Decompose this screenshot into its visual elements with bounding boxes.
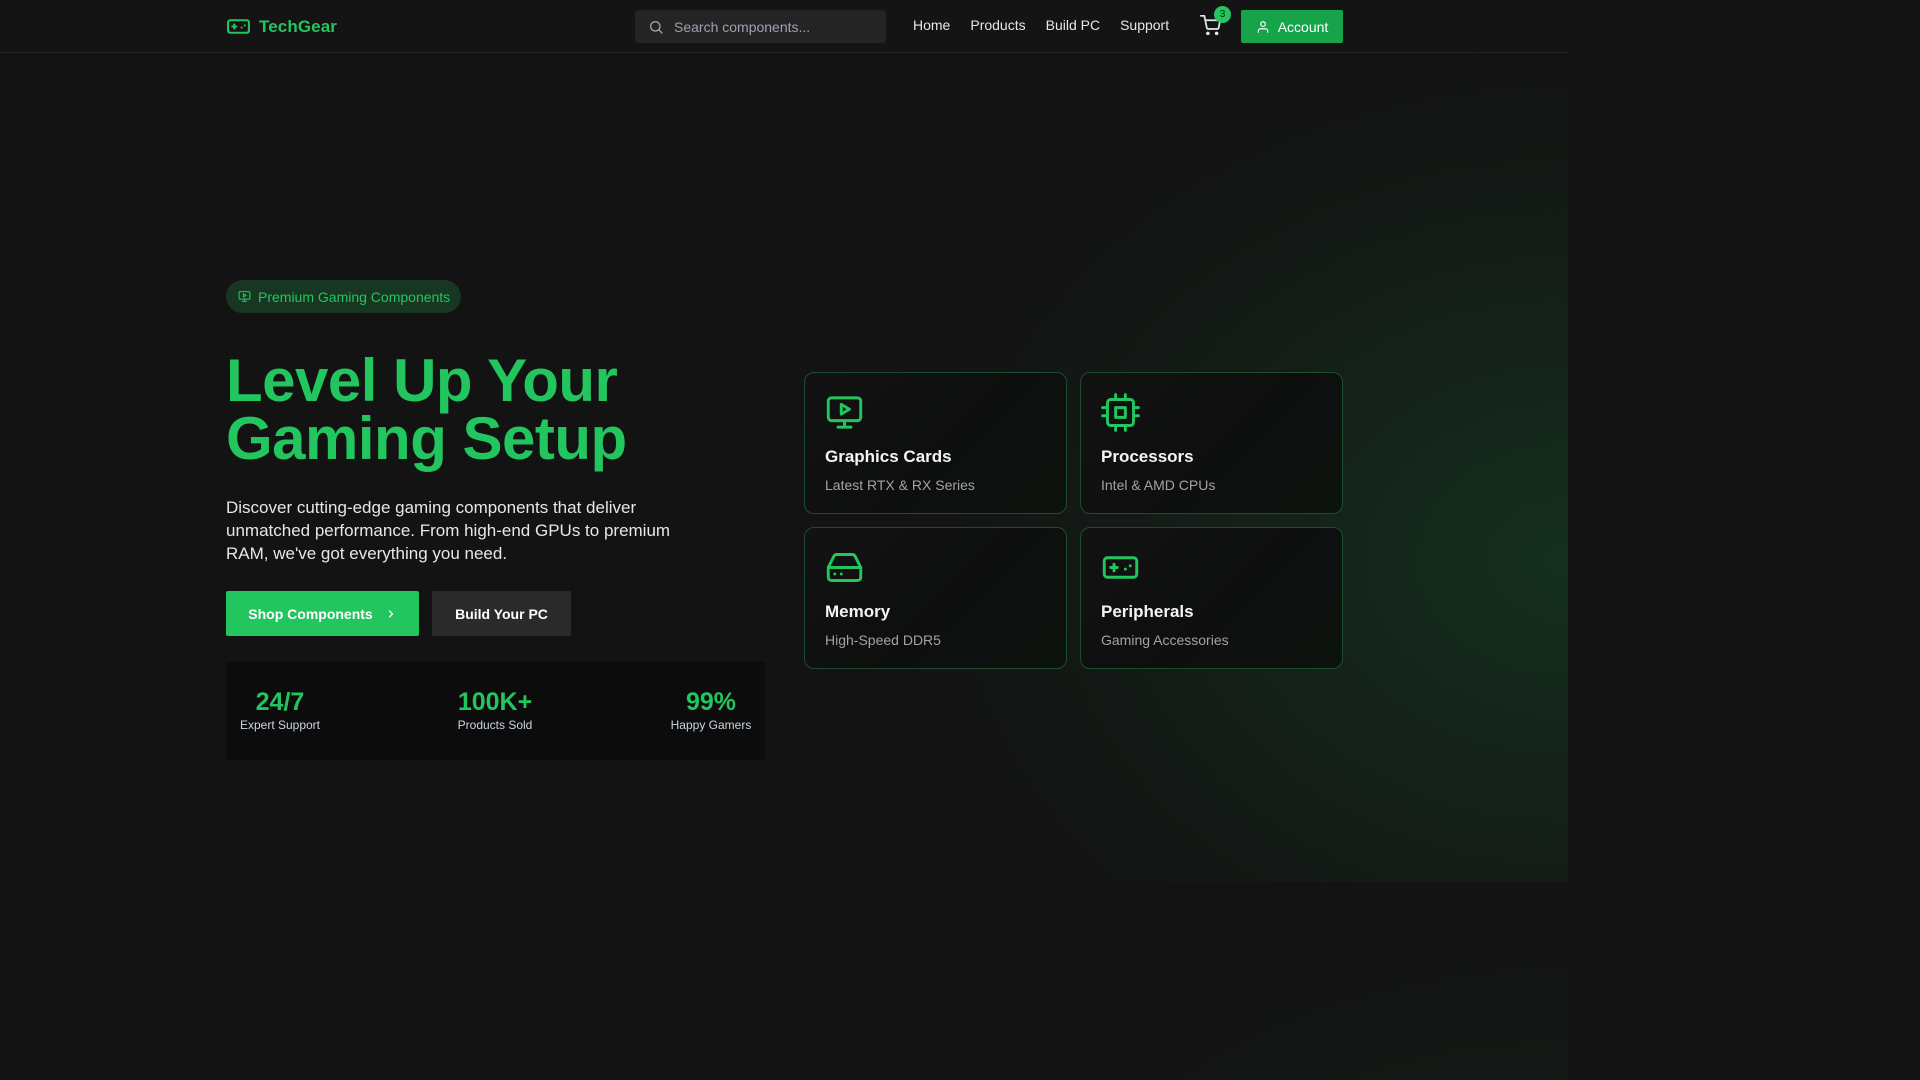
site-header: TechGear Home Products Build PC Support … [0, 0, 1568, 53]
stat-label: Happy Gamers [670, 718, 752, 732]
main-nav: Home Products Build PC Support [913, 17, 1189, 33]
search-icon [650, 20, 663, 34]
category-title: Graphics Cards [825, 447, 952, 466]
search-input[interactable] [674, 18, 864, 35]
build-your-pc-label: Build Your PC [455, 605, 548, 622]
category-title: Processors [1101, 447, 1194, 466]
monitor-play-icon [826, 396, 863, 429]
brand-logo[interactable]: TechGear [226, 14, 337, 39]
hero-badge-label: Premium Gaming Components [258, 288, 451, 305]
stat-label: Products Sold [457, 718, 533, 732]
category-title: Memory [825, 602, 891, 621]
stat-value: 99% [685, 688, 737, 716]
monitor-icon [238, 291, 251, 302]
hero-description: Discover cutting-edge gaming components … [226, 498, 671, 563]
stats-panel: 24/7 Expert Support 100K+ Products Sold … [226, 662, 765, 760]
category-card-processors[interactable]: Processors Intel & AMD CPUs [1080, 372, 1343, 514]
category-subtitle: Intel & AMD CPUs [1101, 477, 1216, 493]
nav-home[interactable]: Home [913, 17, 950, 33]
chevron-right-icon [388, 609, 393, 618]
hero-title: Level Up Your Gaming Setup [226, 347, 627, 472]
brand-name: TechGear [259, 16, 337, 36]
cart-button[interactable]: 3 [1200, 6, 1231, 39]
cpu-icon [1101, 393, 1140, 432]
nav-build-pc[interactable]: Build PC [1046, 17, 1100, 33]
category-title: Peripherals [1101, 602, 1194, 621]
category-subtitle: High-Speed DDR5 [825, 632, 941, 648]
gamepad-icon [1102, 556, 1139, 579]
stat-happy-gamers: 99% Happy Gamers [670, 688, 752, 732]
category-subtitle: Latest RTX & RX Series [825, 477, 975, 493]
nav-products[interactable]: Products [970, 17, 1025, 33]
user-icon [1257, 20, 1268, 33]
category-card-memory[interactable]: Memory High-Speed DDR5 [804, 527, 1067, 669]
search-bar [635, 10, 886, 43]
category-card-graphics-cards[interactable]: Graphics Cards Latest RTX & RX Series [804, 372, 1067, 514]
account-label: Account [1277, 18, 1329, 35]
stat-value: 100K+ [457, 688, 533, 716]
stat-products-sold: 100K+ Products Sold [452, 688, 538, 732]
nav-support[interactable]: Support [1120, 17, 1169, 33]
shop-components-button[interactable]: Shop Components [226, 591, 419, 636]
category-subtitle: Gaming Accessories [1101, 632, 1229, 648]
stat-label: Expert Support [239, 718, 321, 732]
cart-count-badge: 3 [1214, 6, 1231, 23]
category-card-peripherals[interactable]: Peripherals Gaming Accessories [1080, 527, 1343, 669]
stat-support: 24/7 Expert Support [238, 688, 322, 732]
hard-drive-icon [826, 553, 863, 582]
stat-value: 24/7 [255, 688, 305, 716]
gamepad-icon [227, 19, 250, 34]
account-button[interactable]: Account [1241, 10, 1343, 43]
build-your-pc-button[interactable]: Build Your PC [432, 591, 571, 636]
shop-components-label: Shop Components [248, 605, 373, 622]
hero-badge: Premium Gaming Components [226, 280, 461, 313]
